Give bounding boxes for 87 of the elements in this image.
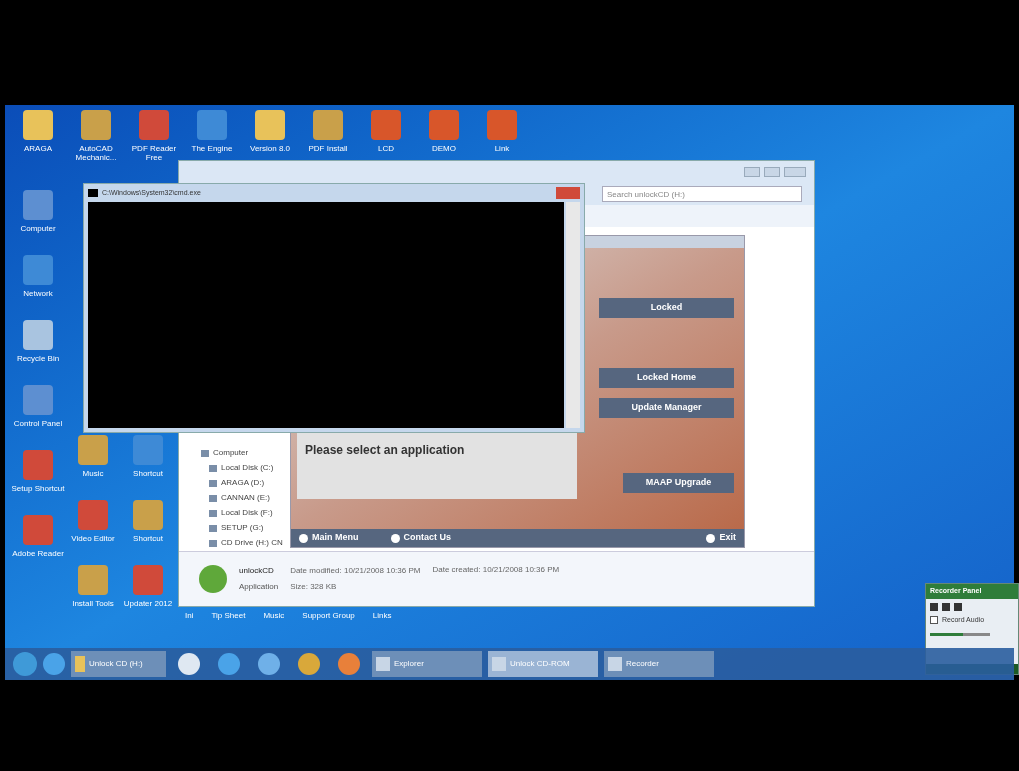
pinned-app-icon[interactable] bbox=[43, 653, 65, 675]
scrollbar[interactable] bbox=[566, 202, 580, 428]
pinned-app-icon[interactable] bbox=[298, 653, 320, 675]
search-field[interactable]: Search unlockCD (H:) bbox=[602, 186, 802, 202]
icon-label: Shortcut bbox=[133, 469, 163, 478]
tree-item[interactable]: CANNAN (E:) bbox=[221, 492, 270, 504]
close-button[interactable] bbox=[784, 167, 806, 177]
taskbar-button[interactable]: Explorer bbox=[372, 651, 482, 677]
file-size: Size: 328 KB bbox=[290, 581, 338, 593]
desktop-app-icon[interactable] bbox=[23, 385, 53, 415]
pinned-app-icon[interactable] bbox=[338, 653, 360, 675]
icon-label: Tip Sheet bbox=[211, 610, 246, 622]
menu-button[interactable]: Update Manager bbox=[599, 398, 734, 418]
icon-label: PDF Reader Free bbox=[130, 144, 178, 162]
icon-label: Shortcut bbox=[133, 534, 163, 543]
desktop-app-icon[interactable] bbox=[23, 450, 53, 480]
desktop-app-icon[interactable] bbox=[23, 255, 53, 285]
icon-label: Install Tools bbox=[72, 599, 114, 608]
desktop-app-icon[interactable] bbox=[78, 435, 108, 465]
play-icon bbox=[199, 565, 227, 593]
footer-button[interactable]: Contact Us bbox=[390, 531, 451, 545]
icon-label: Version 8.0 bbox=[250, 144, 290, 153]
icon-label: AutoCAD Mechanic... bbox=[74, 144, 118, 162]
taskbar-button[interactable]: Unlock CD (H:) bbox=[71, 651, 166, 677]
menu-button[interactable]: MAAP Upgrade bbox=[623, 473, 734, 493]
icon-label: Setup Shortcut bbox=[11, 484, 65, 493]
desktop-app-icon[interactable] bbox=[371, 110, 401, 140]
tree-item[interactable]: Local Disk (F:) bbox=[221, 507, 273, 519]
icon-label: Ini bbox=[185, 610, 194, 622]
desktop-app-icon[interactable] bbox=[429, 110, 459, 140]
menu-button[interactable]: Locked bbox=[599, 298, 734, 318]
pinned-app-icon[interactable] bbox=[258, 653, 280, 675]
tree-item[interactable]: Local Disk (C:) bbox=[221, 462, 274, 474]
pinned-app-icon[interactable] bbox=[218, 653, 240, 675]
menu-button[interactable]: Locked Home bbox=[599, 368, 734, 388]
icon-label: Links bbox=[372, 610, 392, 622]
icon-label: Computer bbox=[20, 224, 56, 233]
minimize-button[interactable] bbox=[744, 167, 760, 177]
desktop-app-icon[interactable] bbox=[133, 565, 163, 595]
date-created: Date created: 10/21/2008 10:36 PM bbox=[432, 564, 560, 576]
file-type: Application bbox=[239, 581, 279, 593]
file-name: unlockCD bbox=[239, 565, 275, 577]
prompt-text: Please select an application bbox=[305, 443, 465, 457]
icon-label: Recycle Bin bbox=[16, 354, 60, 363]
icon-label: Link bbox=[494, 144, 510, 153]
console-icon bbox=[88, 189, 98, 197]
volume-fill[interactable] bbox=[930, 633, 963, 636]
close-button[interactable] bbox=[556, 187, 580, 199]
desktop-app-icon[interactable] bbox=[487, 110, 517, 140]
desktop-app-icon[interactable] bbox=[81, 110, 111, 140]
pinned-app-icon[interactable] bbox=[178, 653, 200, 675]
desktop-app-icon[interactable] bbox=[133, 500, 163, 530]
maximize-button[interactable] bbox=[764, 167, 780, 177]
icon-label: PDF Install bbox=[308, 144, 348, 153]
tree-item[interactable]: CD Drive (H:) CN bbox=[221, 537, 283, 549]
desktop-app-icon[interactable] bbox=[197, 110, 227, 140]
tree-item[interactable]: ARAGA (D:) bbox=[221, 477, 265, 489]
footer-button[interactable]: Exit bbox=[706, 531, 736, 545]
icon-label: Support Group bbox=[302, 610, 355, 622]
desktop-app-icon[interactable] bbox=[133, 435, 163, 465]
checkbox[interactable] bbox=[930, 615, 938, 624]
taskbar-button[interactable]: Recorder bbox=[604, 651, 714, 677]
desktop-app-icon[interactable] bbox=[255, 110, 285, 140]
desktop-app-icon[interactable] bbox=[313, 110, 343, 140]
desktop-app-icon[interactable] bbox=[23, 320, 53, 350]
desktop-app-icon[interactable] bbox=[139, 110, 169, 140]
footer-button[interactable]: Main Menu bbox=[299, 531, 359, 545]
tree-item[interactable]: SETUP (G:) bbox=[221, 522, 264, 534]
date-modified: Date modified: 10/21/2008 10:36 PM bbox=[290, 565, 421, 577]
icon-label: Music bbox=[82, 469, 104, 478]
desktop-app-icon[interactable] bbox=[78, 500, 108, 530]
desktop-app-icon[interactable] bbox=[23, 110, 53, 140]
icon-label: LCD bbox=[378, 144, 394, 153]
icon-label: Updater 2012 bbox=[123, 599, 173, 608]
icon-label: DEMO bbox=[432, 144, 456, 153]
icon-label: ARAGA bbox=[24, 144, 52, 153]
start-button[interactable] bbox=[13, 652, 37, 676]
desktop-app-icon[interactable] bbox=[78, 565, 108, 595]
icon-label: The Engine bbox=[191, 144, 233, 153]
desktop-app-icon[interactable] bbox=[23, 515, 53, 545]
icon-label: Adobe Reader bbox=[12, 549, 64, 558]
icon-label: Video Editor bbox=[71, 534, 115, 543]
icon-label: Control Panel bbox=[13, 419, 63, 428]
desktop-app-icon[interactable] bbox=[23, 190, 53, 220]
icon-label: Music bbox=[263, 610, 285, 622]
icon-label: Network bbox=[23, 289, 53, 298]
tree-item[interactable]: Computer bbox=[213, 447, 249, 459]
